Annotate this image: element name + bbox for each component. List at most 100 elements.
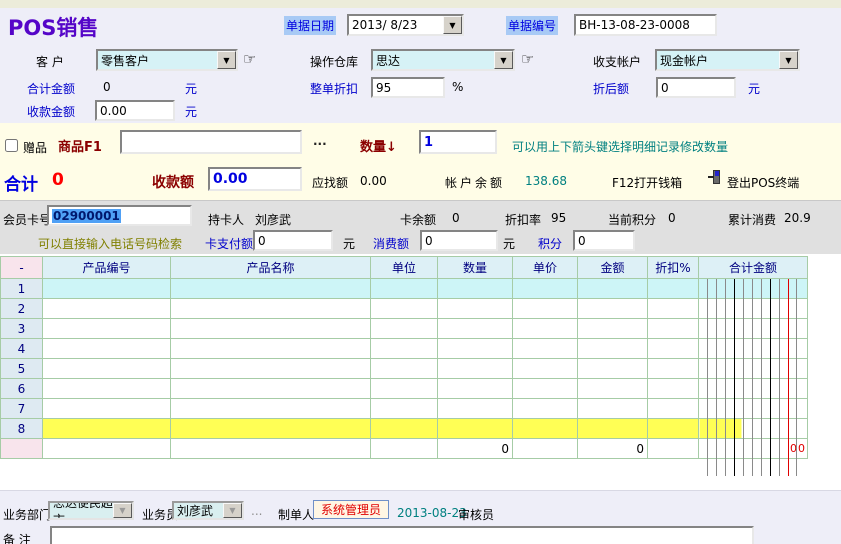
product-browse-button[interactable]: ... [313, 134, 327, 148]
grid-cell[interactable] [578, 359, 648, 379]
grid-cell[interactable] [43, 399, 171, 419]
product-input[interactable] [120, 130, 302, 154]
gift-checkbox[interactable] [5, 139, 18, 152]
grid-cell[interactable] [438, 339, 513, 359]
grid-cell[interactable] [578, 339, 648, 359]
grid-cell[interactable] [438, 319, 513, 339]
grid-cell[interactable] [371, 359, 438, 379]
grid-cell[interactable] [648, 279, 699, 299]
finger-select-icon[interactable]: ☞ [521, 50, 534, 68]
grid-cell[interactable] [438, 379, 513, 399]
grid-cell[interactable] [371, 299, 438, 319]
quantity-input[interactable]: 1 [419, 130, 497, 154]
grid-cell[interactable] [171, 399, 371, 419]
grid-cell[interactable] [513, 359, 578, 379]
clerk-combo[interactable]: 刘彦武 ▼ [172, 501, 244, 520]
grid-row-number[interactable]: 7 [1, 399, 43, 419]
grid-row-number[interactable]: 3 [1, 319, 43, 339]
grid-cell[interactable] [578, 379, 648, 399]
grid-cell[interactable] [648, 339, 699, 359]
chevron-down-icon[interactable]: ▼ [779, 51, 798, 69]
grid-cell[interactable] [171, 319, 371, 339]
chevron-down-icon[interactable]: ▼ [217, 51, 236, 69]
grid-cell[interactable] [578, 279, 648, 299]
grid-cell[interactable] [513, 379, 578, 399]
grid-cell[interactable] [578, 419, 648, 439]
grid-cell[interactable] [699, 319, 808, 339]
consume-input[interactable]: 0 [420, 230, 498, 251]
grid-cell[interactable] [43, 379, 171, 399]
grid-cell[interactable] [699, 279, 808, 299]
grid-cell[interactable] [438, 299, 513, 319]
grid-cell[interactable] [699, 299, 808, 319]
logout-pos-button[interactable]: 登出POS终端 [727, 174, 799, 191]
grid-row-number[interactable]: 8 [1, 419, 43, 439]
grid-cell[interactable] [371, 379, 438, 399]
chevron-down-icon[interactable]: ▼ [494, 51, 513, 69]
grid-cell[interactable] [648, 419, 699, 439]
grid-cell[interactable] [513, 399, 578, 419]
grid-row-number[interactable]: 6 [1, 379, 43, 399]
grid-cell[interactable] [578, 299, 648, 319]
grid-cell[interactable] [371, 419, 438, 439]
grid-cell[interactable] [648, 399, 699, 419]
grid-cell[interactable] [43, 419, 171, 439]
dept-combo[interactable]: 思达便民超市 ▼ [48, 501, 134, 520]
grid-cell[interactable] [371, 339, 438, 359]
grid-cell[interactable] [699, 399, 808, 419]
account-combo[interactable]: 现金帐户 ▼ [655, 49, 800, 71]
grid-row-number[interactable]: 2 [1, 299, 43, 319]
doc-date-combo[interactable]: 2013/ 8/23 ▼ [347, 14, 464, 36]
grid-cell[interactable] [699, 339, 808, 359]
grid-row-number[interactable]: 1 [1, 279, 43, 299]
customer-combo[interactable]: 零售客户 ▼ [96, 49, 238, 71]
finger-select-icon[interactable]: ☞ [243, 50, 256, 68]
grid-cell[interactable] [171, 279, 371, 299]
grid-cell[interactable] [171, 419, 371, 439]
grid-cell[interactable] [513, 279, 578, 299]
open-cashbox-button[interactable]: F12打开钱箱 [612, 174, 682, 191]
grid-cell[interactable] [43, 339, 171, 359]
warehouse-combo[interactable]: 思达 ▼ [371, 49, 515, 71]
grid-cell[interactable] [513, 299, 578, 319]
grid-cell[interactable] [513, 419, 578, 439]
grid-cell[interactable] [43, 299, 171, 319]
grid-cell[interactable] [371, 399, 438, 419]
doc-no-input[interactable]: BH-13-08-23-0008 [574, 14, 717, 36]
received-input[interactable]: 0.00 [208, 167, 302, 191]
grid-cell[interactable] [648, 319, 699, 339]
grid-cell[interactable] [699, 359, 808, 379]
grid-row-number[interactable]: 5 [1, 359, 43, 379]
grid-cell[interactable] [438, 279, 513, 299]
grid-cell[interactable] [371, 279, 438, 299]
grid-cell[interactable] [513, 339, 578, 359]
logout-icon[interactable] [708, 170, 721, 184]
grid-cell[interactable] [438, 359, 513, 379]
points-input[interactable]: 0 [573, 230, 635, 251]
discounted-amount-input[interactable]: 0 [656, 77, 736, 98]
grid-cell[interactable] [171, 379, 371, 399]
grid-cell[interactable] [648, 299, 699, 319]
chevron-down-icon[interactable]: ▼ [443, 16, 462, 34]
grid-cell[interactable] [699, 379, 808, 399]
grid-cell[interactable] [648, 359, 699, 379]
remark-input[interactable] [50, 526, 754, 544]
grid-cell[interactable] [513, 319, 578, 339]
grid-cell[interactable] [699, 419, 808, 439]
member-card-input[interactable]: 02900001 [47, 205, 192, 226]
grid-cell[interactable] [43, 359, 171, 379]
payment-amount-input[interactable]: 0.00 [95, 100, 175, 121]
grid-cell[interactable] [578, 319, 648, 339]
grid-cell[interactable] [648, 379, 699, 399]
grid-cell[interactable] [438, 419, 513, 439]
grid-cell[interactable] [578, 399, 648, 419]
grid-cell[interactable] [371, 319, 438, 339]
grid-cell[interactable] [43, 279, 171, 299]
order-discount-input[interactable]: 95 [371, 77, 445, 98]
card-pay-input[interactable]: 0 [253, 230, 333, 251]
grid-cell[interactable] [171, 299, 371, 319]
clerk-browse-button[interactable]: ... [251, 504, 262, 518]
grid-cell[interactable] [43, 319, 171, 339]
grid-cell[interactable] [171, 359, 371, 379]
grid-cell[interactable] [171, 339, 371, 359]
